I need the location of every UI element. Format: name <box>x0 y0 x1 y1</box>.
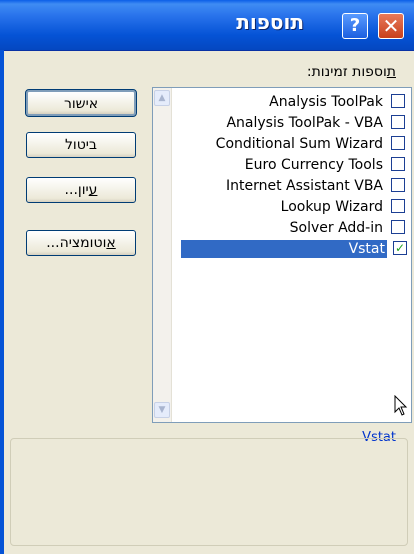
addin-checkbox[interactable] <box>391 94 405 108</box>
close-icon: ✕ <box>382 14 400 38</box>
list-item[interactable]: Euro Currency Tools <box>181 156 409 174</box>
vertical-scrollbar[interactable]: ▲ ▼ <box>153 88 172 422</box>
cancel-button[interactable]: ביטול <box>26 132 136 158</box>
addin-checkbox[interactable] <box>391 178 405 192</box>
addins-list-label: תוספות זמינות: <box>306 64 396 80</box>
scroll-down-button[interactable]: ▼ <box>154 402 170 418</box>
addins-listbox[interactable]: ▲ ▼ Analysis ToolPak Analysis ToolPak - … <box>152 87 412 423</box>
addin-checkbox-checked[interactable]: ✓ <box>393 241 407 255</box>
close-button[interactable]: ✕ <box>378 13 404 39</box>
browse-button[interactable]: עיון... <box>26 177 136 203</box>
addin-label: Euro Currency Tools <box>244 157 383 173</box>
addin-checkbox[interactable] <box>391 136 405 150</box>
list-item[interactable]: Internet Assistant VBA <box>181 177 409 195</box>
addin-label: Solver Add-in <box>289 220 383 236</box>
addin-checkbox[interactable] <box>391 199 405 213</box>
mouse-cursor-icon <box>394 395 408 416</box>
addin-checkbox[interactable] <box>391 220 405 234</box>
addin-label: Analysis ToolPak <box>269 94 383 110</box>
list-item[interactable]: Analysis ToolPak <box>181 93 409 111</box>
list-item[interactable]: Solver Add-in <box>181 219 409 237</box>
chevron-down-icon: ▼ <box>158 405 166 415</box>
checkmark-icon: ✓ <box>394 241 406 255</box>
addin-checkbox[interactable] <box>391 115 405 129</box>
addin-label: Conditional Sum Wizard <box>215 136 383 152</box>
title-bar: תוספות ? ✕ <box>0 0 414 51</box>
addin-checkbox[interactable] <box>391 157 405 171</box>
description-box <box>10 438 408 546</box>
addin-label: Vstat <box>181 240 387 258</box>
addin-label: Lookup Wizard <box>280 199 383 215</box>
chevron-up-icon: ▲ <box>158 93 166 103</box>
list-item[interactable]: Analysis ToolPak - VBA <box>181 114 409 132</box>
window-frame-left <box>0 50 4 554</box>
list-item-selected[interactable]: Vstat ✓ <box>181 240 409 258</box>
question-icon: ? <box>349 15 361 36</box>
automation-button[interactable]: אוטומציה... <box>26 230 136 256</box>
window-title: תוספות <box>236 10 304 34</box>
help-button[interactable]: ? <box>342 13 368 39</box>
addin-label: Analysis ToolPak - VBA <box>226 115 383 131</box>
list-item[interactable]: Lookup Wizard <box>181 198 409 216</box>
list-item[interactable]: Conditional Sum Wizard <box>181 135 409 153</box>
ok-button[interactable]: אישור <box>25 89 137 117</box>
scroll-up-button[interactable]: ▲ <box>154 90 170 106</box>
addin-label: Internet Assistant VBA <box>225 178 383 194</box>
